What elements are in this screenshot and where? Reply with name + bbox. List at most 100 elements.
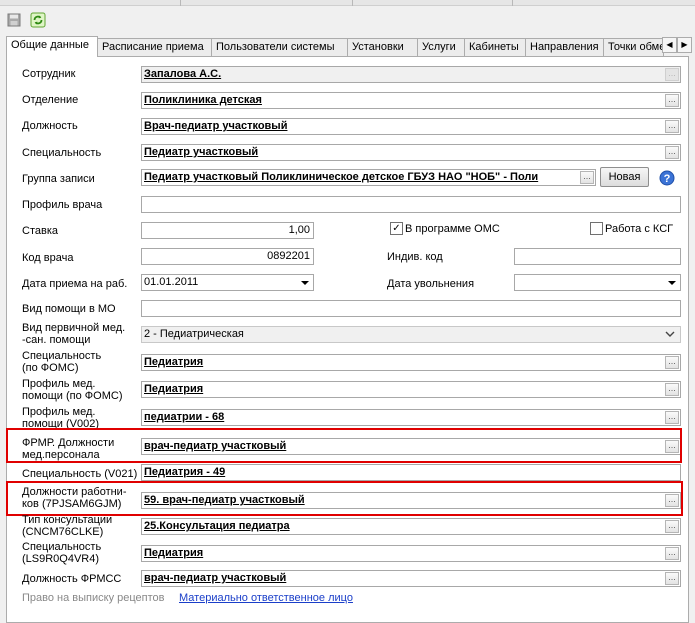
position-field[interactable]: Врач-педиатр участковый — [141, 118, 681, 135]
dismiss-date-field[interactable] — [514, 274, 681, 291]
spec-foms-value: Педиатрия — [144, 356, 204, 368]
doctor-code-value: 0892201 — [267, 250, 310, 262]
spec-v021-value: Педиатрия - 49 — [144, 466, 226, 478]
tab-rooms[interactable]: Кабинеты — [464, 38, 526, 56]
primary-help-label-line1: Вид первичной мед. — [22, 322, 126, 334]
tab-scroll-right-icon[interactable]: ▶ — [677, 37, 692, 53]
indiv-code-field[interactable] — [514, 248, 681, 265]
employee-label: Сотрудник — [22, 68, 76, 80]
doctor-code-field[interactable]: 0892201 — [141, 248, 314, 265]
svg-text:?: ? — [664, 173, 671, 185]
spec-ls9-value: Педиатрия — [144, 547, 204, 559]
hire-date-label: Дата приема на раб. — [22, 278, 128, 290]
profile-foms-field[interactable]: Педиатрия — [141, 381, 681, 398]
group-value: Педиатр участковый Поликлиническое детск… — [144, 171, 539, 183]
consult-type-browse-button[interactable]: … — [665, 520, 679, 533]
spec-foms-field[interactable]: Педиатрия — [141, 354, 681, 371]
new-group-button[interactable]: Новая — [600, 167, 649, 187]
profile-v002-label: Профиль мед. помощи (V002) — [22, 406, 99, 430]
tab-schedule[interactable]: Расписание приема — [97, 38, 212, 56]
position-fmss-label: Должность ФРМСС — [22, 573, 122, 585]
employee-value: Запалова А.С. — [144, 68, 222, 80]
oms-label: В программе ОМС — [405, 223, 500, 235]
responsible-person-link[interactable]: Материально ответственное лицо — [179, 592, 353, 604]
help-type-field[interactable] — [141, 300, 681, 317]
help-icon[interactable]: ? — [659, 170, 675, 186]
group-browse-button[interactable]: … — [580, 171, 594, 184]
profile-field[interactable] — [141, 196, 681, 213]
tab-label: Пользователи системы — [216, 41, 335, 53]
positions-workers-highlight-box — [6, 481, 683, 516]
tab-referrals[interactable]: Направления — [525, 38, 604, 56]
spec-foms-label: Специальность (по ФОМС) — [22, 350, 101, 374]
spec-foms-label-line1: Специальность — [22, 350, 102, 362]
position-fmss-browse-button[interactable]: … — [665, 572, 679, 585]
employee-browse-button: … — [665, 68, 679, 81]
department-field[interactable]: Поликлиника детская — [141, 92, 681, 109]
frmr-highlight-box — [6, 428, 682, 463]
position-fmss-value: врач-педиатр участковый — [144, 572, 287, 584]
spec-foms-browse-button[interactable]: … — [665, 356, 679, 369]
primary-help-label: Вид первичной мед. -сан. помощи — [22, 322, 125, 346]
tab-general[interactable]: Общие данные — [6, 36, 98, 57]
ksg-checkbox[interactable] — [590, 222, 603, 235]
doctor-code-label: Код врача — [22, 252, 74, 264]
employee-field[interactable]: Запалова А.С. — [141, 66, 681, 83]
spec-foms-label-line2: (по ФОМС) — [22, 362, 79, 374]
consult-type-value: 25.Консультация педиатра — [144, 520, 290, 532]
profile-v002-field[interactable]: педиатрии - 68 — [141, 409, 681, 426]
specialty-label: Специальность — [22, 147, 102, 159]
tab-bar: Общие данные Расписание приема Пользоват… — [6, 36, 692, 57]
profile-foms-browse-button[interactable]: … — [665, 383, 679, 396]
spec-ls9-browse-button[interactable]: … — [665, 547, 679, 560]
hire-date-field[interactable]: 01.01.2011 — [141, 274, 314, 291]
oms-checkbox[interactable]: ✓ — [390, 222, 403, 235]
primary-help-value: 2 - Педиатрическая — [144, 328, 244, 340]
tab-label: Общие данные — [11, 39, 89, 51]
tab-scroll-left-icon[interactable]: ◀ — [662, 37, 677, 53]
group-field[interactable]: Педиатр участковый Поликлиническое детск… — [141, 169, 596, 186]
position-browse-button[interactable]: … — [665, 120, 679, 133]
spec-v021-label: Специальность (V021) — [22, 468, 138, 480]
department-label: Отделение — [22, 94, 79, 106]
consult-type-label: Тип консультации (CNCM76CLKE) — [22, 514, 112, 538]
refresh-icon[interactable] — [29, 11, 47, 29]
specialty-browse-button[interactable]: … — [665, 146, 679, 159]
prescription-right-label: Право на выписку рецептов — [22, 592, 165, 604]
spec-ls9-field[interactable]: Педиатрия — [141, 545, 681, 562]
new-group-label: Новая — [608, 171, 641, 183]
profile-v002-label-line1: Профиль мед. — [22, 406, 96, 418]
position-fmss-field[interactable]: врач-педиатр участковый — [141, 570, 681, 587]
tab-label: Услуги — [422, 41, 456, 53]
dismiss-date-label: Дата увольнения — [387, 278, 475, 290]
rate-label: Ставка — [22, 225, 58, 237]
consult-type-label-line1: Тип консультации — [22, 514, 113, 526]
department-browse-button[interactable]: … — [665, 94, 679, 107]
primary-help-select[interactable]: 2 - Педиатрическая — [141, 326, 681, 343]
tab-label: Установки — [352, 41, 404, 53]
consult-type-field[interactable]: 25.Консультация педиатра — [141, 518, 681, 535]
profile-v002-value: педиатрии - 68 — [144, 411, 225, 423]
spec-ls9-label-line2: (LS9R0Q4VR4) — [22, 553, 100, 565]
position-value: Врач-педиатр участковый — [144, 120, 288, 132]
profile-foms-label-line1: Профиль мед. — [22, 378, 96, 390]
dismiss-date-dropdown-icon[interactable] — [664, 275, 679, 290]
spec-ls9-label: Специальность (LS9R0Q4VR4) — [22, 541, 101, 565]
rate-field[interactable]: 1,00 — [141, 222, 314, 239]
tab-exchange-points[interactable]: Точки обме — [603, 38, 664, 56]
indiv-code-label: Индив. код — [387, 251, 443, 263]
general-panel: Сотрудник Запалова А.С. … Отделение Поли… — [6, 56, 689, 623]
tab-services[interactable]: Услуги — [417, 38, 465, 56]
ksg-label: Работа с КСГ — [605, 223, 674, 235]
primary-help-label-line2: -сан. помощи — [22, 334, 91, 346]
spec-v021-field[interactable]: Педиатрия - 49 — [141, 464, 681, 481]
tab-settings[interactable]: Установки — [347, 38, 418, 56]
tab-users[interactable]: Пользователи системы — [211, 38, 348, 56]
hire-date-dropdown-icon[interactable] — [297, 275, 312, 290]
specialty-field[interactable]: Педиатр участковый — [141, 144, 681, 161]
primary-help-chevron-down-icon[interactable] — [665, 329, 675, 339]
toolbar — [0, 6, 695, 34]
save-icon[interactable] — [5, 11, 23, 29]
profile-foms-value: Педиатрия — [144, 383, 204, 395]
profile-v002-browse-button[interactable]: … — [665, 411, 679, 424]
